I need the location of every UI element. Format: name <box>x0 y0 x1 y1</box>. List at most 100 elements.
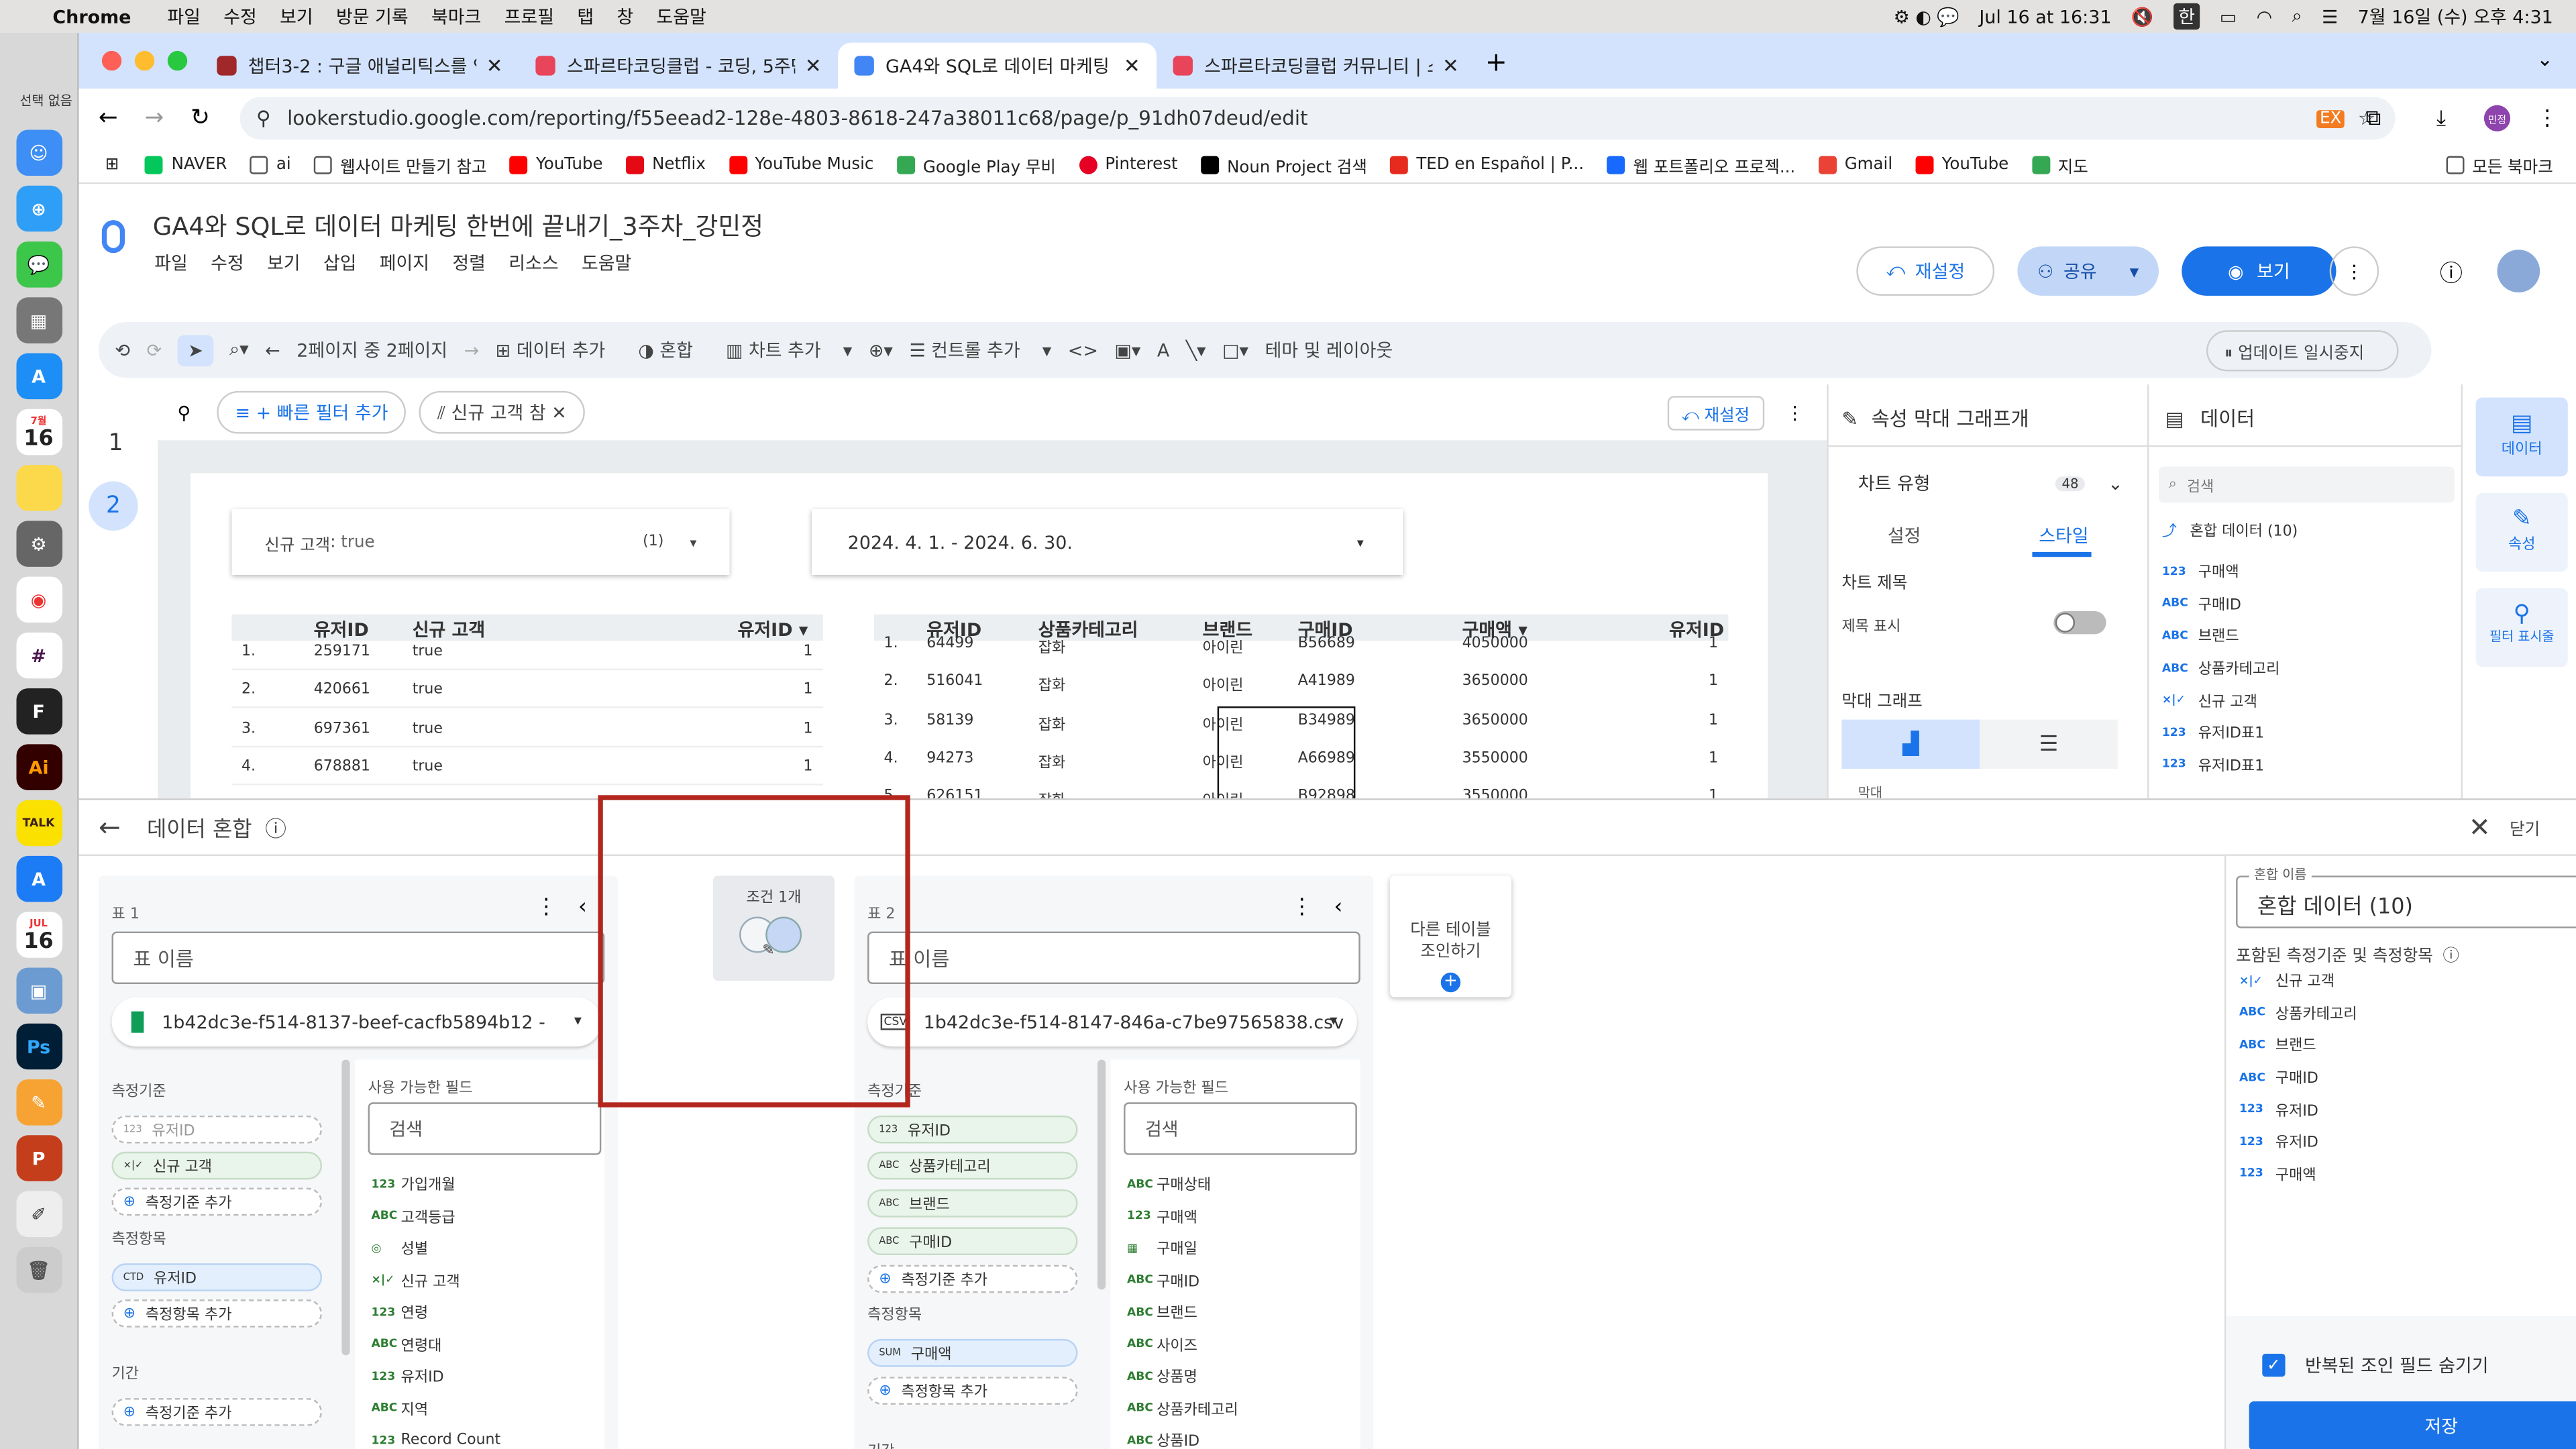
included-field[interactable]: 123 유저ID <box>2239 1125 2568 1157</box>
chart-type-row[interactable]: 차트 유형 48 ⌄ <box>1858 470 2137 496</box>
t2-available-field[interactable]: ▦ 구매일 <box>1127 1232 1357 1265</box>
data-source-item[interactable]: ⤴ 혼합 데이터 (10) <box>2162 519 2298 540</box>
next-page-icon[interactable]: → <box>464 339 480 361</box>
redo-icon[interactable]: ⟳ <box>146 339 162 361</box>
table-1-col-header[interactable]: 유저ID ▾ <box>738 616 808 642</box>
back-arrow-icon[interactable]: ← <box>99 812 121 843</box>
battery-icon[interactable]: ▭ <box>2220 6 2237 28</box>
close-window-icon[interactable] <box>101 50 122 71</box>
menu-file[interactable]: 파일 <box>154 250 188 276</box>
t2-available-field[interactable]: ABC 상품카테고리 <box>1127 1393 1357 1425</box>
bookmark-maps[interactable]: 지도 <box>2031 153 2088 177</box>
data-field-item[interactable]: 123 구매액 <box>2162 555 2451 588</box>
included-field[interactable]: ×|✓ 신규 고객 <box>2239 965 2568 997</box>
table-1[interactable]: 유저ID 신규 고객 유저ID ▾ 1. 259171 true 1 2. 420661 t… <box>231 614 823 795</box>
table-1-col-header[interactable]: 신규 고객 <box>413 616 486 642</box>
notes-icon[interactable] <box>15 465 62 511</box>
app-name[interactable]: Chrome <box>52 6 131 28</box>
t1-scrollbar[interactable] <box>341 1059 350 1356</box>
table-1-col-header[interactable]: 유저ID <box>314 616 369 642</box>
preview-icon[interactable]: ▣ <box>15 967 62 1014</box>
messages-icon[interactable]: 💬 <box>15 241 62 288</box>
t1-dim-chip[interactable]: ×|✓ 신규 고객 <box>111 1151 323 1180</box>
help-icon[interactable]: ⓘ <box>2443 941 2459 966</box>
window-controls[interactable] <box>101 50 188 71</box>
bookmark-youtube[interactable]: YouTube <box>509 156 603 174</box>
launchpad-icon[interactable]: ▦ <box>15 297 62 343</box>
prev-page-icon[interactable]: ← <box>265 339 280 361</box>
slack-icon[interactable]: # <box>15 632 62 679</box>
t1-field-search[interactable]: 검색 <box>368 1102 602 1155</box>
data-field-item[interactable]: 123 유저ID표1 <box>2162 749 2451 781</box>
bookmark-gmail[interactable]: Gmail <box>1818 156 1892 174</box>
t2-add-dim-button[interactable]: ⊕ 측정기준 추가 <box>867 1265 1078 1293</box>
apps-icon[interactable]: ⊞ <box>105 156 119 174</box>
close-tab-icon[interactable]: ✕ <box>805 54 822 77</box>
photoshop-icon[interactable]: Ps <box>15 1023 62 1070</box>
view-button[interactable]: ◉ 보기 <box>2182 246 2337 296</box>
tab-setup[interactable]: 설정 <box>1888 523 1921 549</box>
t1-available-field[interactable]: 123 유저ID <box>371 1360 601 1393</box>
t1-available-field[interactable]: ×|✓ 신규 고객 <box>371 1265 601 1297</box>
t2-available-field[interactable]: ABC 상품ID <box>1127 1424 1357 1449</box>
address-bar[interactable]: ⚲ lookerstudio.google.com/reporting/f55e… <box>239 97 2396 140</box>
t2-available-field[interactable]: ABC 상품명 <box>1127 1360 1357 1393</box>
finder-icon[interactable]: ☺ <box>15 129 62 176</box>
close-tab-icon[interactable]: ✕ <box>486 54 503 77</box>
bookmark-youtube-2[interactable]: YouTube <box>1915 156 2008 174</box>
dropdown-control[interactable]: 신규 고객: true (1) ▾ <box>231 509 729 575</box>
menu-history[interactable]: 방문 기록 <box>336 3 409 30</box>
back-icon[interactable]: ← <box>99 105 118 131</box>
t1-dim-chip[interactable]: 123 유저ID <box>111 1115 323 1144</box>
bookmark-google-play[interactable]: Google Play 무비 <box>896 153 1056 177</box>
help-icon[interactable]: ⓘ <box>2440 256 2463 289</box>
menu-page[interactable]: 페이지 <box>380 250 429 276</box>
bookmark-noun-project[interactable]: Noun Project 검색 <box>1200 153 1367 177</box>
hide-dup-fields-checkbox[interactable]: ✓ 반복된 조인 필드 숨기기 <box>2262 1352 2489 1379</box>
help-icon[interactable]: ⓘ <box>265 812 286 843</box>
chrome-menu-icon[interactable]: ⋮ <box>2536 106 2558 131</box>
maximize-window-icon[interactable] <box>167 50 188 71</box>
search-icon[interactable]: ⌕ <box>2292 5 2302 28</box>
t1-available-field[interactable]: ABC 연령대 <box>371 1328 601 1360</box>
xcode-icon[interactable]: A <box>15 855 62 902</box>
tab-style[interactable]: 스타일 <box>2039 523 2088 549</box>
menu-profile[interactable]: 프로필 <box>504 3 554 30</box>
rail-filter-button[interactable]: ⚲ 필터 표시줄 <box>2475 588 2568 667</box>
mute-icon[interactable]: 🔇 <box>2131 6 2154 28</box>
minimize-window-icon[interactable] <box>134 50 155 71</box>
account-avatar[interactable] <box>2497 250 2540 292</box>
t2-dim-chip[interactable]: 123 유저ID <box>867 1115 1078 1144</box>
table-2-collapse-icon[interactable]: ‹ <box>1334 896 1343 920</box>
data-field-item[interactable]: ABC 브랜드 <box>2162 620 2451 652</box>
pause-update-button[interactable]: ⏸ 업데이트 일시중지 <box>2206 329 2399 371</box>
t2-available-field[interactable]: 123 구매액 <box>1127 1200 1357 1232</box>
t1-available-field[interactable]: ABC 지역 <box>371 1393 601 1425</box>
data-field-item[interactable]: ABC 구매ID <box>2162 588 2451 620</box>
show-title-toggle[interactable] <box>2053 611 2106 635</box>
menu-view[interactable]: 보기 <box>280 3 313 30</box>
tab-4[interactable]: 스파르타코딩클럽 커뮤니티 | 스파르✕ <box>1157 43 1475 89</box>
page-thumb-2[interactable]: 2 <box>89 481 138 531</box>
vertical-bar-option[interactable]: ▟ <box>1841 719 1980 769</box>
extension-icon[interactable]: EX <box>2316 109 2345 127</box>
pages-icon[interactable]: ✎ <box>15 1079 62 1126</box>
included-field[interactable]: ABC 상품카테고리 <box>2239 997 2568 1029</box>
puzzle-icon[interactable]: ⧉ <box>2366 106 2381 131</box>
wifi-icon[interactable]: ◠ <box>2257 6 2273 28</box>
tab-search-icon[interactable]: ⌄ <box>2536 48 2553 70</box>
data-search-input[interactable]: ⌕ 검색 <box>2158 466 2455 503</box>
table-1-collapse-icon[interactable]: ‹ <box>578 896 587 920</box>
t1-add-period-button[interactable]: ⊕ 측정기준 추가 <box>111 1398 323 1426</box>
bookmark-netflix[interactable]: Netflix <box>625 156 706 174</box>
data-field-item[interactable]: ×|✓ 신규 고객 <box>2162 684 2451 716</box>
t2-dim-chip[interactable]: ABC 브랜드 <box>867 1189 1078 1218</box>
menu-file[interactable]: 파일 <box>167 3 201 30</box>
textedit-icon[interactable]: ✐ <box>15 1191 62 1238</box>
table-1-row[interactable] <box>231 783 823 786</box>
reset-button[interactable]: ⤺ 재설정 <box>1856 246 1995 296</box>
join-another-table-button[interactable]: 다른 테이블 조인하기 + <box>1389 875 1512 998</box>
control-center-icon[interactable]: ☰ <box>2322 6 2338 28</box>
text-icon[interactable]: A <box>1157 339 1169 361</box>
tab-3[interactable]: GA4와 SQL로 데이터 마케팅 한번에✕ <box>837 42 1157 89</box>
